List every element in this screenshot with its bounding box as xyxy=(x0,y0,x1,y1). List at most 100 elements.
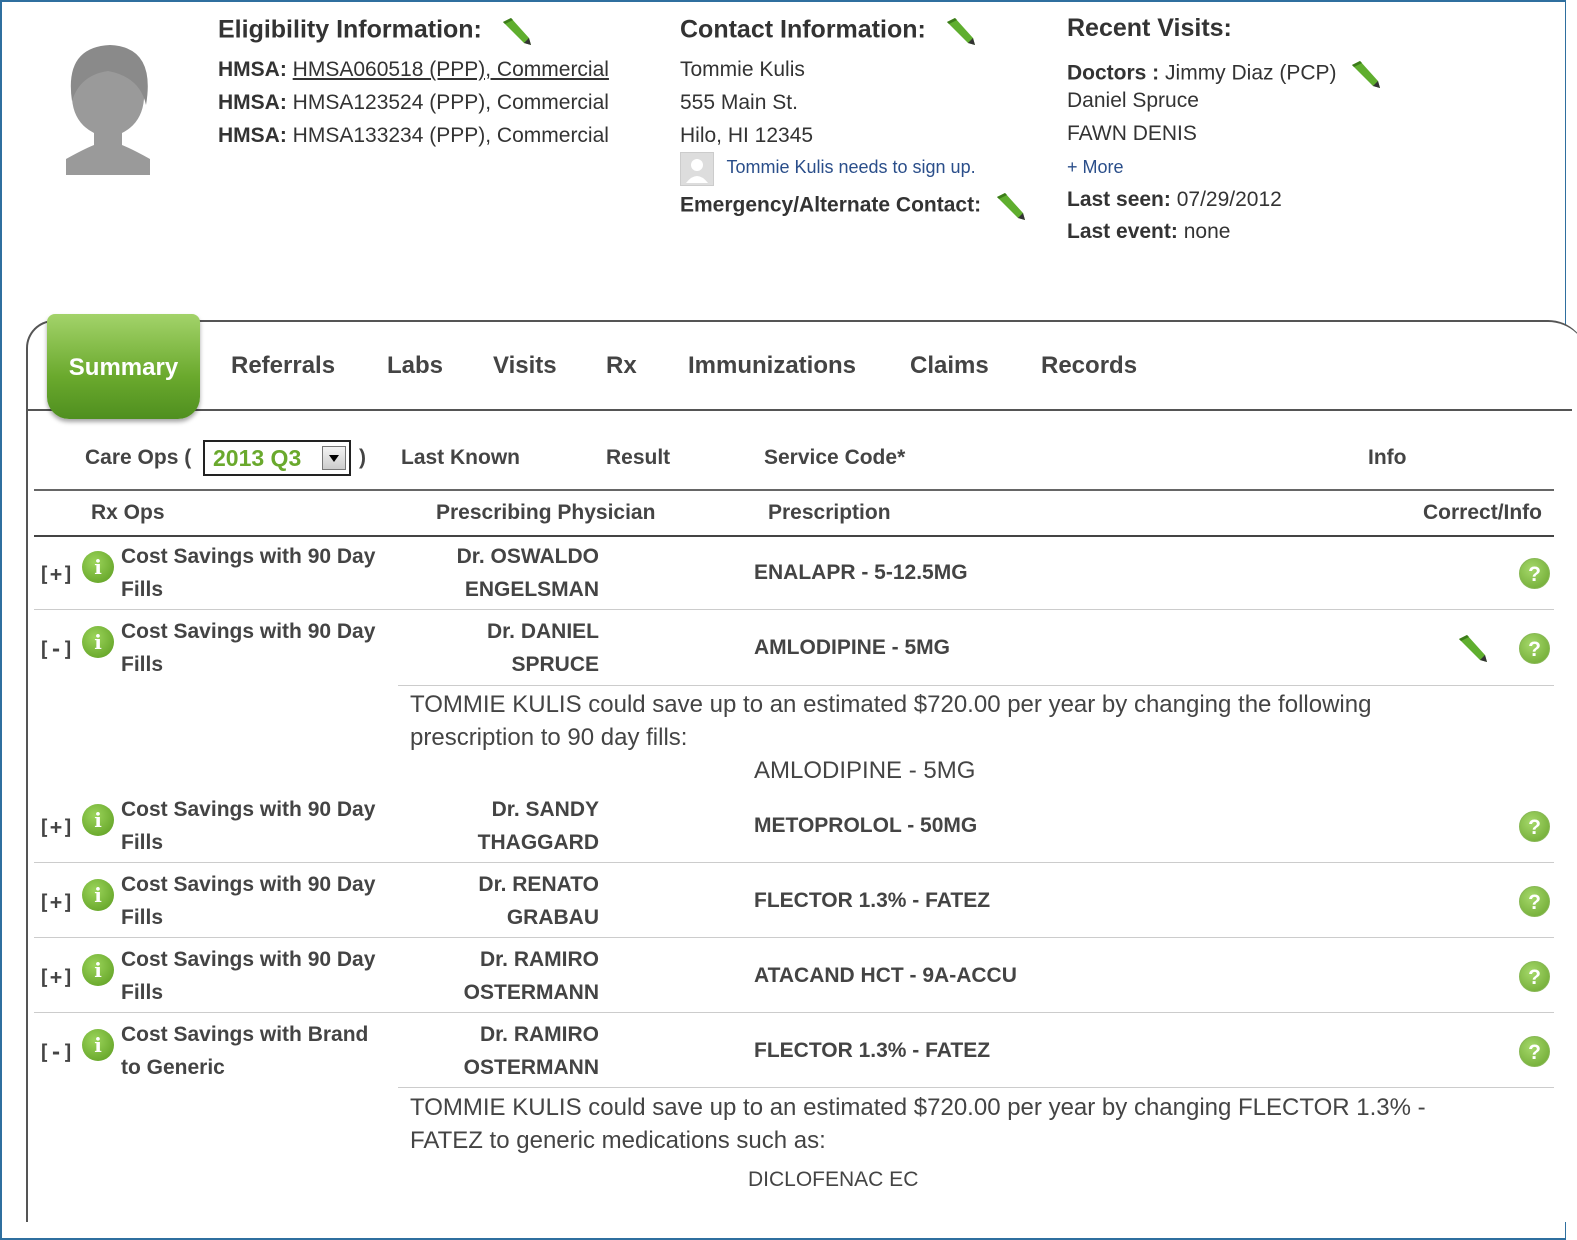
col-last-known: Last Known xyxy=(401,446,520,469)
rx-op-line: Fills xyxy=(121,906,164,929)
expand-toggle[interactable]: [+] xyxy=(38,562,74,586)
tab-referrals[interactable]: Referrals xyxy=(231,352,335,380)
care-ops-label-close: ) xyxy=(359,446,366,469)
eligibility-label: HMSA: xyxy=(218,91,287,114)
rx-prescription: ENALAPR - 5-12.5MG xyxy=(754,561,968,584)
physician-line: GRABAU xyxy=(506,906,599,929)
contact-address1: 555 Main St. xyxy=(680,91,798,114)
doctors-label: Doctors : xyxy=(1067,61,1160,85)
savings-detail-line: TOMMIE KULIS could save up to an estimat… xyxy=(410,1094,1426,1121)
rx-op-line: Fills xyxy=(121,653,164,676)
rx-prescription: METOPROLOL - 50MG xyxy=(754,814,978,837)
eligibility-title: Eligibility Information: xyxy=(218,14,533,48)
col-service-code: Service Code* xyxy=(764,446,906,469)
care-ops-period-select[interactable]: 2013 Q3 xyxy=(203,440,351,476)
edit-doctors-icon[interactable] xyxy=(1348,57,1382,91)
physician-line: Dr. OSWALDO xyxy=(456,545,599,568)
rx-op: Cost Savings with 90 Day Fills xyxy=(121,793,375,859)
rx-physician: Dr. SANDY THAGGARD xyxy=(399,793,599,859)
savings-detail: TOMMIE KULIS could save up to an estimat… xyxy=(410,1091,1426,1157)
help-icon[interactable]: ? xyxy=(1519,558,1550,589)
row-divider xyxy=(34,1012,1554,1013)
tab-records[interactable]: Records xyxy=(1041,352,1137,380)
physician-line: Dr. RAMIRO xyxy=(479,948,599,971)
signup-link[interactable]: Tommie Kulis needs to sign up. xyxy=(726,157,975,177)
eligibility-label: HMSA: xyxy=(218,58,287,81)
help-icon[interactable]: ? xyxy=(1519,1036,1550,1067)
emergency-contact-row: Emergency/Alternate Contact: xyxy=(680,189,1027,223)
eligibility-value: HMSA133234 (PPP), Commercial xyxy=(292,124,609,147)
contact-title-text: Contact Information: xyxy=(680,15,926,44)
rx-prescription: AMLODIPINE - 5MG xyxy=(754,636,951,659)
tab-immunizations[interactable]: Immunizations xyxy=(688,352,856,380)
tab-labs[interactable]: Labs xyxy=(387,352,443,380)
eligibility-row: HMSA: HMSA060518 (PPP), Commercial xyxy=(218,58,609,82)
physician-line: ENGELSMAN xyxy=(464,578,599,601)
rx-op-line: Fills xyxy=(121,831,164,854)
physician-line: OSTERMANN xyxy=(463,981,599,1004)
help-icon[interactable]: ? xyxy=(1519,886,1550,917)
physician-line: THAGGARD xyxy=(477,831,599,854)
eligibility-value-link[interactable]: HMSA060518 (PPP), Commercial xyxy=(293,58,609,81)
rx-op-line: Cost Savings with Brand xyxy=(121,1023,369,1046)
physician-line: OSTERMANN xyxy=(463,1056,599,1079)
row-divider xyxy=(34,937,1554,938)
recent-visits-title: Recent Visits: xyxy=(1067,14,1232,42)
last-seen-row: Last seen: 07/29/2012 xyxy=(1067,188,1282,212)
tab-visits[interactable]: Visits xyxy=(493,352,557,380)
rx-op-line: Fills xyxy=(121,981,164,1004)
rx-physician: Dr. RAMIRO OSTERMANN xyxy=(399,943,599,1009)
edit-prescription-icon[interactable] xyxy=(1455,631,1489,665)
tab-claims[interactable]: Claims xyxy=(910,352,989,380)
eligibility-label: HMSA: xyxy=(218,124,287,147)
edit-contact-icon[interactable] xyxy=(943,14,977,48)
expand-toggle[interactable]: [+] xyxy=(38,890,74,914)
rx-op: Cost Savings with Brand to Generic xyxy=(121,1018,368,1084)
info-icon: i xyxy=(82,551,114,583)
rx-prescription: ATACAND HCT - 9A-ACCU xyxy=(754,964,1017,987)
rx-op-line: Fills xyxy=(121,578,164,601)
rx-prescription: FLECTOR 1.3% - FATEZ xyxy=(754,1039,991,1062)
help-icon[interactable]: ? xyxy=(1519,633,1550,664)
info-icon: i xyxy=(82,879,114,911)
last-seen-label: Last seen: xyxy=(1067,188,1171,211)
rx-physician: Dr. RENATO GRABAU xyxy=(399,868,599,934)
savings-detail-drug: AMLODIPINE - 5MG xyxy=(754,757,976,784)
rx-op-line: Cost Savings with 90 Day xyxy=(121,545,376,568)
edit-eligibility-icon[interactable] xyxy=(499,14,533,48)
col-info: Info xyxy=(1368,446,1407,469)
collapse-toggle[interactable]: [-] xyxy=(38,1040,74,1064)
contact-address2: Hilo, HI 12345 xyxy=(680,124,814,147)
savings-detail-line: FATEZ to generic medications such as: xyxy=(410,1127,826,1154)
rx-op: Cost Savings with 90 Day Fills xyxy=(121,943,375,1009)
rx-op: Cost Savings with 90 Day Fills xyxy=(121,868,375,934)
savings-detail-drug: DICLOFENAC EC xyxy=(748,1168,919,1191)
rx-physician: Dr. DANIEL SPRUCE xyxy=(399,615,599,681)
physician-line: Dr. SANDY xyxy=(491,798,599,821)
row-divider xyxy=(398,1087,1554,1088)
tab-summary[interactable]: Summary xyxy=(47,314,200,419)
chevron-down-icon[interactable] xyxy=(322,446,346,470)
eligibility-value: HMSA123524 (PPP), Commercial xyxy=(292,91,609,114)
rx-physician: Dr. OSWALDO ENGELSMAN xyxy=(399,540,599,606)
rx-op: Cost Savings with 90 Day Fills xyxy=(121,540,375,606)
expand-toggle[interactable]: [+] xyxy=(38,815,74,839)
physician-line: SPRUCE xyxy=(511,653,599,676)
last-event-label: Last event: xyxy=(1067,220,1178,243)
more-doctors-link[interactable]: + More xyxy=(1067,157,1124,178)
collapse-toggle[interactable]: [-] xyxy=(38,637,74,661)
last-event-value: none xyxy=(1183,220,1231,243)
rx-op-line: Cost Savings with 90 Day xyxy=(121,948,376,971)
help-icon[interactable]: ? xyxy=(1519,961,1550,992)
physician-line: Dr. RAMIRO xyxy=(479,1023,599,1046)
col-prescribing-physician: Prescribing Physician xyxy=(436,501,656,524)
help-icon[interactable]: ? xyxy=(1519,811,1550,842)
edit-emergency-contact-icon[interactable] xyxy=(993,189,1027,223)
expand-toggle[interactable]: [+] xyxy=(38,965,74,989)
eligibility-row: HMSA: HMSA133234 (PPP), Commercial xyxy=(218,124,609,148)
tab-rx[interactable]: Rx xyxy=(606,352,637,380)
physician-line: Dr. RENATO xyxy=(478,873,599,896)
row-divider xyxy=(34,862,1554,863)
rx-op-line: Cost Savings with 90 Day xyxy=(121,798,376,821)
savings-detail-line: TOMMIE KULIS could save up to an estimat… xyxy=(410,691,1372,718)
